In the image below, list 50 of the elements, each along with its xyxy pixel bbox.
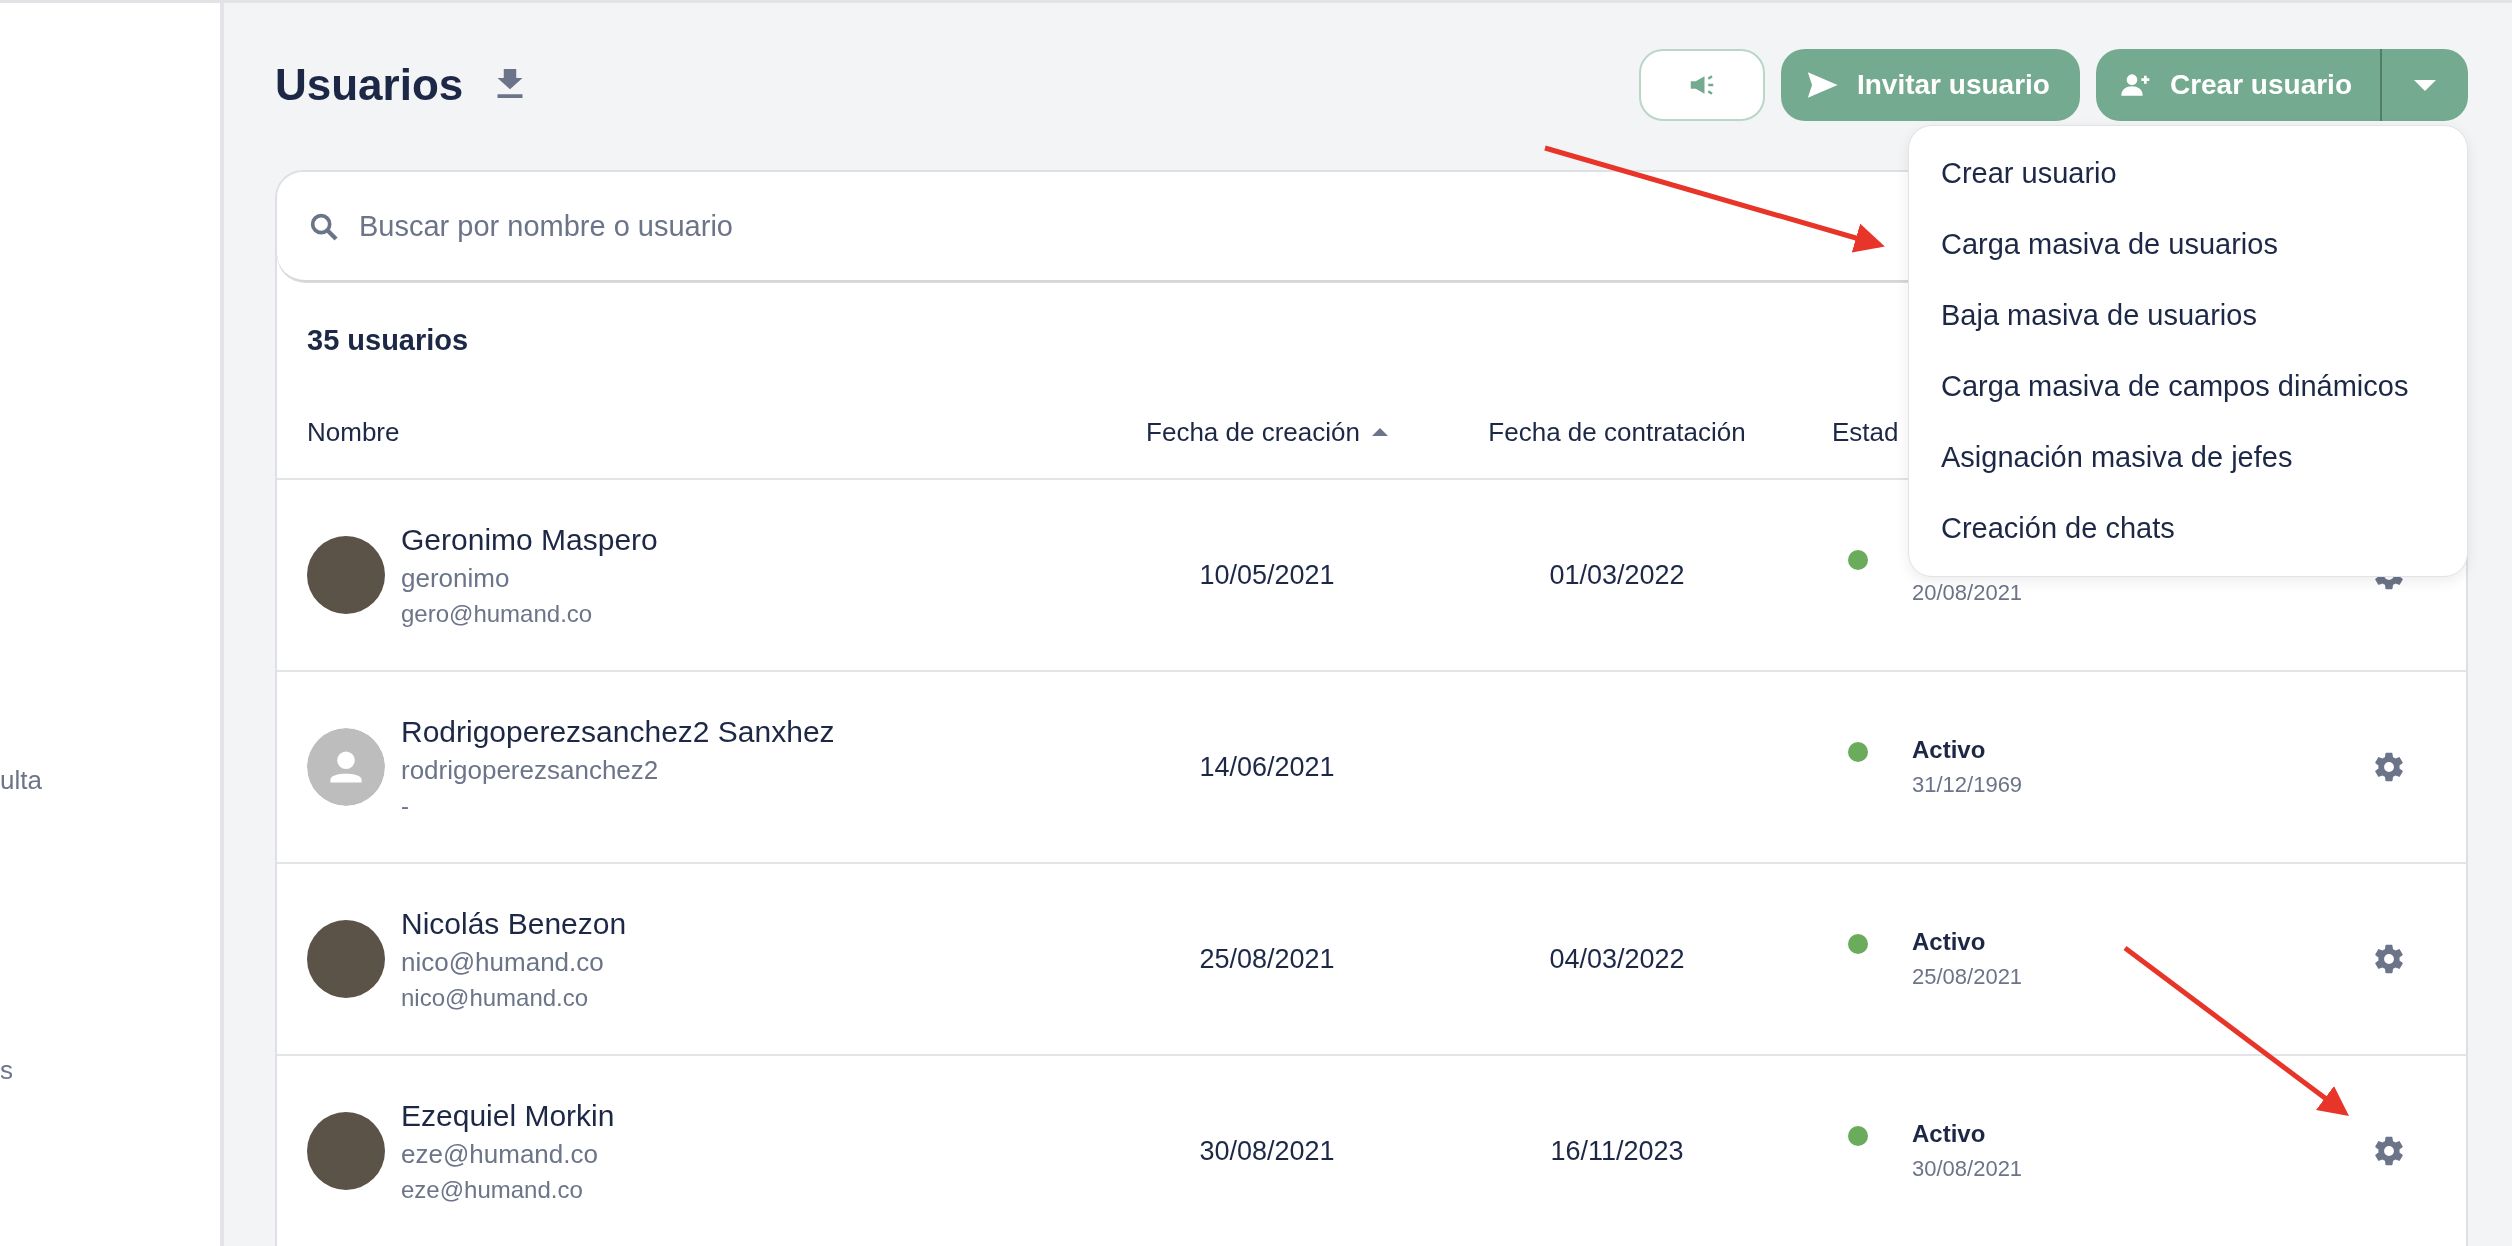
status-date: 20/08/2021 <box>1912 580 2023 606</box>
menu-item[interactable]: Creación de chats <box>1909 493 2467 564</box>
user-email: - <box>401 791 410 820</box>
user-name[interactable]: Geronimo Maspero <box>401 522 658 557</box>
settings-icon[interactable] <box>2372 942 2406 976</box>
status-date: 30/08/2021 <box>1912 1156 2023 1182</box>
user-email: eze@humand.co <box>401 1175 584 1204</box>
column-header[interactable]: Nombre <box>307 416 400 448</box>
settings-icon[interactable] <box>2372 1134 2406 1168</box>
creation-date: 25/08/2021 <box>1199 943 1335 974</box>
caret-icon <box>2414 79 2436 91</box>
hire-date: 04/03/2022 <box>1549 943 1685 974</box>
hire-date: 16/11/2023 <box>1550 1135 1684 1166</box>
dropdown-button[interactable] <box>2380 49 2468 121</box>
hire-date: 01/03/2022 <box>1549 559 1685 590</box>
column-header[interactable]: Fecha de contratación <box>1488 416 1746 448</box>
menu-item[interactable]: Asignación masiva de jefes <box>1909 422 2467 493</box>
creation-date: 10/05/2021 <box>1199 559 1335 590</box>
download-icon[interactable] <box>495 66 526 100</box>
page-title: Usuarios <box>275 60 464 110</box>
username: geronimo <box>401 562 511 594</box>
sort-ascending-icon[interactable] <box>1371 428 1388 436</box>
status-date: 31/12/1969 <box>1912 772 2023 798</box>
status-label: Activo <box>1912 928 1987 956</box>
user-name[interactable]: Rodrigoperezsanchez2 Sanxhez <box>401 714 835 749</box>
status-label: Activo <box>1912 1120 1987 1148</box>
settings-icon[interactable] <box>2372 750 2406 784</box>
status-dot <box>1848 742 1868 762</box>
creation-date: 30/08/2021 <box>1199 1135 1335 1166</box>
user-name[interactable]: Nicolás Benezon <box>401 906 627 941</box>
column-header[interactable]: Fecha de creación <box>1146 416 1360 448</box>
menu-item[interactable]: Carga masiva de campos dinámicos <box>1909 351 2467 422</box>
user-name[interactable]: Ezequiel Morkin <box>401 1098 615 1133</box>
username: nico@humand.co <box>401 946 605 978</box>
status-dot <box>1848 550 1868 570</box>
sidebar-item[interactable]: s <box>0 1055 13 1086</box>
column-header[interactable]: Estad <box>1832 416 1899 448</box>
user-email: nico@humand.co <box>401 983 590 1012</box>
status-dot <box>1848 934 1868 954</box>
username: rodrigoperezsanchez2 <box>401 754 660 786</box>
creation-date: 14/06/2021 <box>1199 751 1335 782</box>
menu-item[interactable]: Carga masiva de usuarios <box>1909 209 2467 280</box>
sidebar-item[interactable]: ulta <box>0 765 42 796</box>
username: eze@humand.co <box>401 1138 599 1170</box>
status-dot <box>1848 1126 1868 1146</box>
user-email: gero@humand.co <box>401 599 594 628</box>
user-count: 35 usuarios <box>307 324 469 358</box>
status-date: 25/08/2021 <box>1912 964 2023 990</box>
status-label: Activo <box>1912 736 1987 764</box>
menu-item[interactable]: Baja masiva de usuarios <box>1909 280 2467 351</box>
